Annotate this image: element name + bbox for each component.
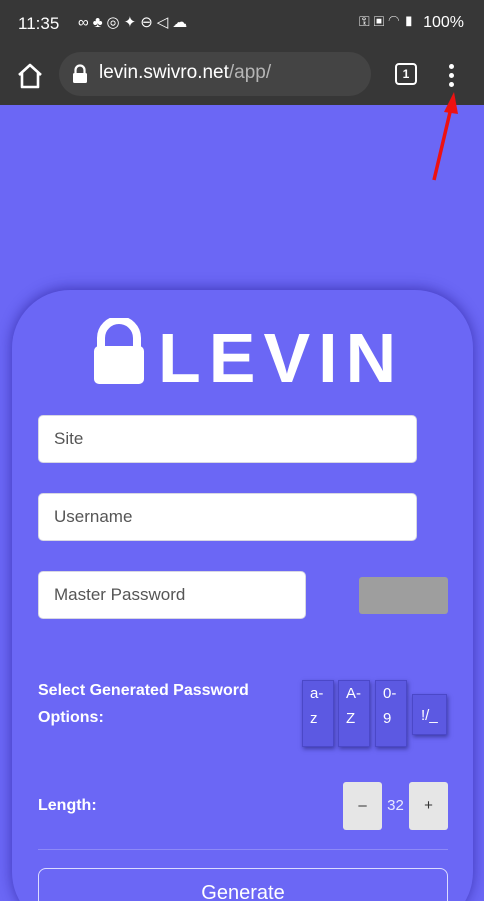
option-label-top: !/_ bbox=[421, 707, 438, 724]
option-label-bottom: 9 bbox=[383, 710, 392, 727]
option-label-bottom: z bbox=[310, 710, 318, 727]
url-host: levin.swivro.net bbox=[99, 62, 229, 83]
option-label-top: A- bbox=[346, 685, 361, 702]
option-digits-button[interactable]: 0- 9 bbox=[375, 680, 407, 747]
generate-button[interactable]: Generate bbox=[38, 868, 448, 901]
show-password-button[interactable] bbox=[359, 577, 448, 614]
url-path: /app/ bbox=[228, 62, 272, 83]
status-bar: 11:35 ∞♣◎✦⊖◁☁ ⚿▣◠▮ 100% bbox=[0, 0, 484, 48]
length-value: 32 bbox=[387, 797, 404, 814]
tab-switcher-button[interactable]: 1 bbox=[395, 63, 417, 85]
annotation-arrow bbox=[432, 92, 458, 181]
notification-icons: ∞♣◎✦⊖◁☁ bbox=[78, 14, 192, 31]
length-increase-button[interactable]: + bbox=[409, 782, 448, 830]
option-label-top: 0- bbox=[383, 685, 397, 702]
battery-text: 100% bbox=[423, 14, 464, 31]
logo-text: LEVIN bbox=[158, 319, 392, 386]
address-bar[interactable]: levin.swivro.net/app/ bbox=[59, 52, 371, 96]
url-text: levin.swivro.net/app/ bbox=[99, 62, 271, 84]
menu-dot bbox=[449, 82, 454, 87]
home-icon[interactable] bbox=[14, 60, 46, 92]
browser-toolbar: levin.swivro.net/app/ 1 bbox=[0, 48, 484, 105]
option-label-top: a- bbox=[310, 685, 324, 702]
padlock-logo-icon bbox=[94, 318, 144, 384]
option-uppercase-button[interactable]: A- Z bbox=[338, 680, 370, 747]
divider bbox=[38, 849, 448, 850]
levin-logo: LEVIN bbox=[94, 318, 392, 386]
username-input[interactable]: Username bbox=[38, 493, 417, 541]
option-symbols-button[interactable]: !/_ bbox=[412, 694, 447, 735]
length-decrease-button[interactable]: – bbox=[343, 782, 382, 830]
length-label: Length: bbox=[38, 797, 97, 814]
master-password-input[interactable]: Master Password bbox=[38, 571, 306, 619]
menu-dot bbox=[449, 64, 454, 69]
menu-dot bbox=[449, 73, 454, 78]
site-input[interactable]: Site bbox=[38, 415, 417, 463]
option-lowercase-button[interactable]: a- z bbox=[302, 680, 334, 747]
lock-icon bbox=[73, 64, 87, 83]
status-time: 11:35 bbox=[18, 14, 60, 33]
system-icons: ⚿▣◠▮ bbox=[358, 13, 418, 29]
option-label-bottom: Z bbox=[346, 710, 356, 727]
options-label: Select Generated Password Options: bbox=[38, 682, 249, 726]
